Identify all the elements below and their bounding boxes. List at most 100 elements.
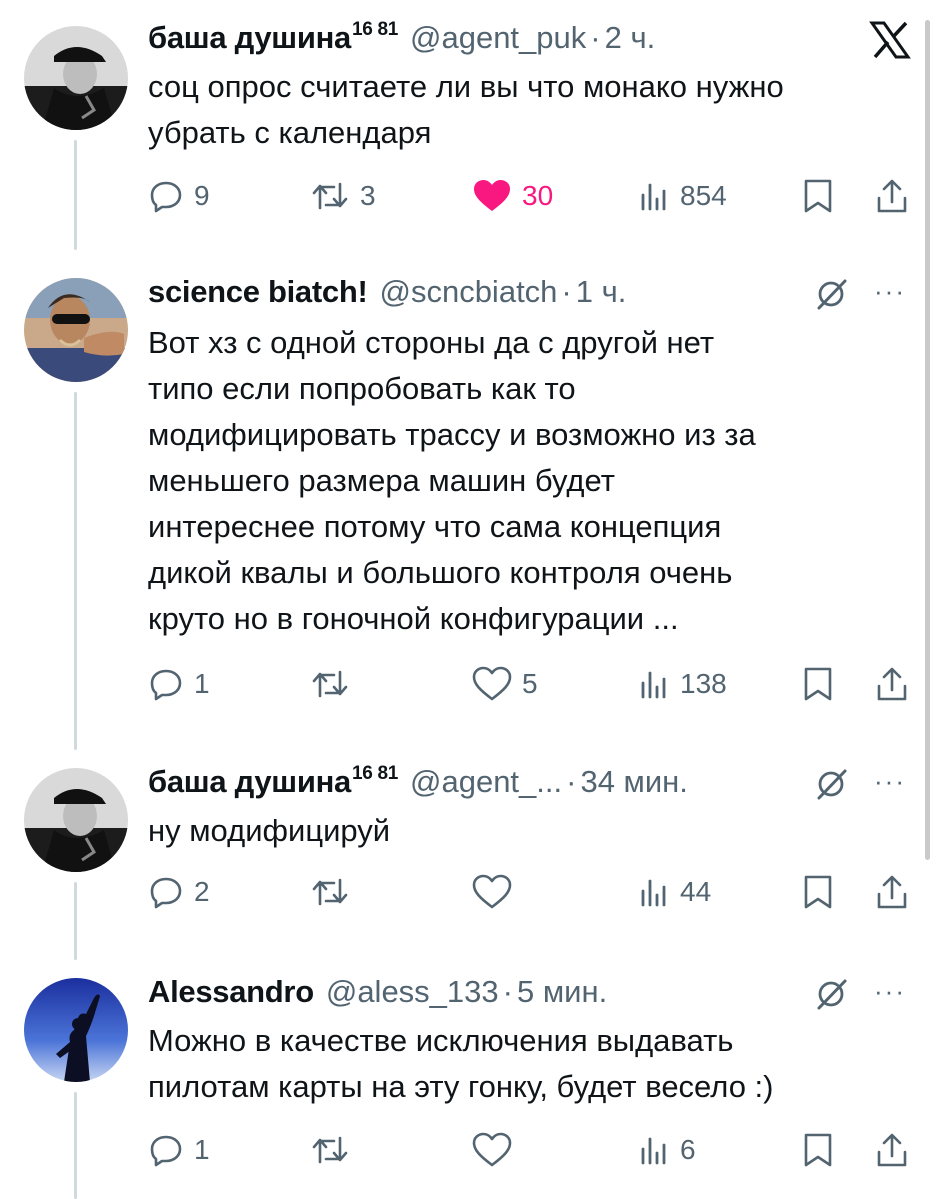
separator: · — [566, 764, 577, 799]
share-button[interactable] — [874, 1130, 910, 1170]
display-name[interactable]: science biatch! — [148, 274, 368, 310]
tweet-4[interactable]: Alessandro @aless_133 · 5 мин. ··· Можно… — [0, 960, 936, 1199]
reply-button[interactable]: 1 — [148, 1130, 210, 1170]
user-handle[interactable]: @agent_puk — [410, 20, 586, 56]
name-superscript: 16 81 — [351, 762, 398, 784]
tweet-text: Можно в качестве исключения выдавать пил… — [148, 1023, 774, 1104]
thread-line — [74, 392, 77, 750]
thread-line — [74, 882, 77, 960]
x-logo-icon[interactable] — [868, 20, 912, 60]
like-button[interactable] — [472, 1130, 522, 1170]
tweet-3[interactable]: баша душина16 81 @agent_... · 34 мин. ··… — [0, 750, 936, 960]
display-name[interactable]: Alessandro — [148, 974, 314, 1010]
like-icon — [472, 178, 512, 214]
tweet-header: баша душина16 81 @agent_... · 34 мин. — [148, 762, 688, 804]
retweet-button[interactable] — [310, 1130, 360, 1170]
retweet-icon — [310, 178, 350, 214]
avatar[interactable] — [24, 768, 128, 872]
reply-button[interactable]: 9 — [148, 176, 210, 216]
share-button[interactable] — [874, 872, 910, 912]
tweet-1[interactable]: баша душина16 81 @agent_puk · 2 ч. соц о… — [0, 0, 936, 250]
tweet-header: science biatch! @scncbiatch · 1 ч. — [148, 274, 626, 314]
retweet-count: 3 — [360, 180, 376, 211]
like-button[interactable]: 5 — [472, 664, 538, 704]
more-icon[interactable]: ··· — [874, 976, 906, 1007]
reply-count: 1 — [194, 1134, 210, 1165]
views-count: 44 — [680, 876, 712, 907]
grok-icon[interactable] — [814, 974, 850, 1014]
reply-icon — [148, 874, 184, 910]
views-button[interactable]: 138 — [638, 664, 727, 704]
avatar[interactable] — [24, 26, 128, 130]
action-bar: 2 44 — [148, 872, 918, 912]
bookmark-icon — [802, 874, 834, 910]
user-handle[interactable]: @agent_... — [410, 764, 562, 800]
user-handle[interactable]: @scncbiatch — [379, 274, 557, 310]
reply-icon — [148, 178, 184, 214]
separator: · — [502, 974, 513, 1009]
avatar[interactable] — [24, 278, 128, 382]
views-button[interactable]: 854 — [638, 176, 727, 216]
tweet-text: соц опрос считаете ли вы что монако нужн… — [148, 69, 784, 150]
reply-count: 9 — [194, 180, 210, 211]
retweet-icon — [310, 1132, 350, 1168]
reply-button[interactable]: 1 — [148, 664, 210, 704]
action-bar: 1 5 138 — [148, 664, 918, 704]
grok-icon[interactable] — [814, 274, 850, 314]
share-button[interactable] — [874, 176, 910, 216]
thread-line — [74, 140, 77, 250]
bookmark-button[interactable] — [802, 664, 834, 704]
name-superscript: 16 81 — [351, 18, 398, 40]
views-count: 138 — [680, 668, 727, 699]
views-icon — [638, 178, 670, 214]
like-button[interactable] — [472, 872, 522, 912]
action-bar: 9 3 30 854 — [148, 176, 918, 216]
display-name[interactable]: баша душина16 81 — [148, 762, 398, 800]
like-count: 5 — [522, 668, 538, 699]
like-icon — [472, 874, 512, 910]
more-icon[interactable]: ··· — [874, 766, 906, 797]
like-button[interactable]: 30 — [472, 176, 553, 216]
views-icon — [638, 874, 670, 910]
retweet-button[interactable] — [310, 664, 360, 704]
separator: · — [590, 20, 601, 55]
views-icon — [638, 1132, 670, 1168]
bookmark-icon — [802, 1132, 834, 1168]
tweet-header: баша душина16 81 @agent_puk · 2 ч. — [148, 18, 656, 60]
reply-icon — [148, 1132, 184, 1168]
share-icon — [874, 178, 910, 214]
share-button[interactable] — [874, 664, 910, 704]
tweet-text: ну модифицируй — [148, 813, 391, 848]
display-name[interactable]: баша душина16 81 — [148, 18, 398, 56]
views-icon — [638, 666, 670, 702]
reply-count: 1 — [194, 668, 210, 699]
like-count: 30 — [522, 180, 554, 211]
more-icon[interactable]: ··· — [874, 276, 906, 307]
bookmark-icon — [802, 178, 834, 214]
retweet-button[interactable]: 3 — [310, 176, 376, 216]
bookmark-icon — [802, 666, 834, 702]
views-count: 6 — [680, 1134, 696, 1165]
timestamp[interactable]: 1 ч. — [576, 274, 627, 310]
share-icon — [874, 1132, 910, 1168]
timestamp[interactable]: 34 мин. — [580, 764, 687, 800]
retweet-button[interactable] — [310, 872, 360, 912]
tweet-header: Alessandro @aless_133 · 5 мин. — [148, 974, 607, 1014]
like-icon — [472, 666, 512, 702]
action-bar: 1 6 — [148, 1130, 918, 1170]
grok-icon[interactable] — [814, 764, 850, 804]
views-button[interactable]: 44 — [638, 872, 711, 912]
thread-line — [74, 1092, 77, 1199]
timestamp[interactable]: 5 мин. — [517, 974, 607, 1010]
bookmark-button[interactable] — [802, 872, 834, 912]
reply-button[interactable]: 2 — [148, 872, 210, 912]
bookmark-button[interactable] — [802, 1130, 834, 1170]
timestamp[interactable]: 2 ч. — [605, 20, 656, 56]
avatar[interactable] — [24, 978, 128, 1082]
bookmark-button[interactable] — [802, 176, 834, 216]
tweet-2[interactable]: science biatch! @scncbiatch · 1 ч. ··· В… — [0, 250, 936, 750]
views-button[interactable]: 6 — [638, 1130, 696, 1170]
user-handle[interactable]: @aless_133 — [326, 974, 499, 1010]
retweet-icon — [310, 666, 350, 702]
like-icon — [472, 1132, 512, 1168]
